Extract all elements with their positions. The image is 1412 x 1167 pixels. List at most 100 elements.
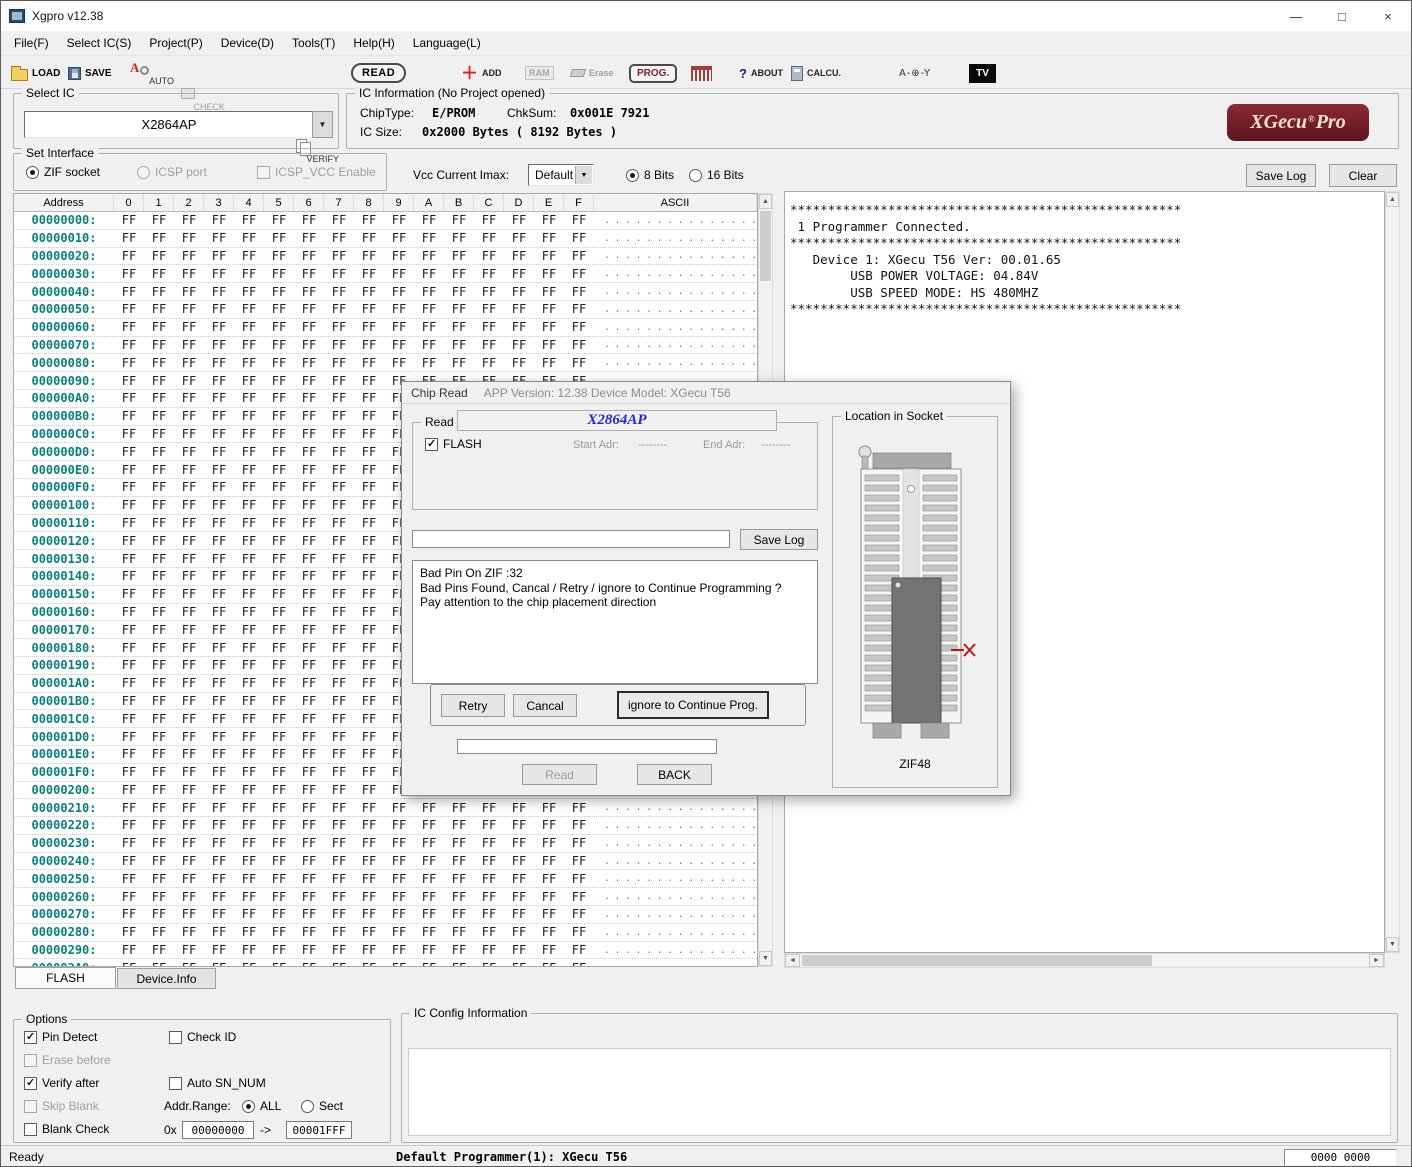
hex-byte-cell[interactable]: FF — [114, 569, 144, 583]
hex-byte-cell[interactable]: FF — [564, 836, 594, 850]
hex-byte-cell[interactable]: FF — [174, 943, 204, 957]
hex-byte-cell[interactable]: FF — [204, 569, 234, 583]
hex-byte-cell[interactable]: FF — [204, 854, 234, 868]
hex-byte-cell[interactable]: FF — [174, 231, 204, 245]
hex-byte-cell[interactable]: FF — [174, 587, 204, 601]
hex-byte-cell[interactable]: FF — [174, 961, 204, 967]
hex-byte-cell[interactable]: FF — [294, 854, 324, 868]
hex-byte-cell[interactable]: FF — [294, 427, 324, 441]
hex-byte-cell[interactable]: FF — [174, 765, 204, 779]
hex-byte-cell[interactable]: FF — [324, 694, 354, 708]
hex-byte-cell[interactable]: FF — [174, 320, 204, 334]
hex-byte-cell[interactable]: FF — [204, 961, 234, 967]
hex-byte-cell[interactable]: FF — [144, 338, 174, 352]
hex-byte-cell[interactable]: FF — [204, 498, 234, 512]
menu-item-language[interactable]: Language(L) — [404, 33, 490, 53]
hex-byte-cell[interactable]: FF — [204, 694, 234, 708]
hex-byte-cell[interactable]: FF — [474, 213, 504, 227]
hex-byte-cell[interactable]: FF — [144, 658, 174, 672]
hex-byte-cell[interactable]: FF — [234, 516, 264, 530]
hex-byte-cell[interactable]: FF — [444, 801, 474, 815]
hex-byte-cell[interactable]: FF — [354, 747, 384, 761]
load-button[interactable]: LOAD — [11, 60, 60, 86]
hex-byte-cell[interactable]: FF — [144, 801, 174, 815]
hex-byte-cell[interactable]: FF — [354, 605, 384, 619]
hex-byte-cell[interactable]: FF — [294, 409, 324, 423]
hex-byte-cell[interactable]: FF — [504, 943, 534, 957]
hex-byte-cell[interactable]: FF — [204, 249, 234, 263]
ignore-continue-button[interactable]: ignore to Continue Prog. — [617, 691, 769, 719]
hex-byte-cell[interactable]: FF — [234, 338, 264, 352]
hex-byte-cell[interactable]: FF — [414, 854, 444, 868]
hex-byte-cell[interactable]: FF — [324, 320, 354, 334]
hex-byte-cell[interactable]: FF — [384, 836, 414, 850]
hex-byte-cell[interactable]: FF — [474, 320, 504, 334]
range-to-input[interactable] — [286, 1121, 352, 1139]
hex-byte-cell[interactable]: FF — [474, 925, 504, 939]
hex-byte-cell[interactable]: FF — [174, 374, 204, 388]
blank-check-checkbox[interactable]: Blank Check — [24, 1122, 109, 1136]
hex-byte-cell[interactable]: FF — [234, 961, 264, 967]
hex-byte-cell[interactable]: FF — [534, 907, 564, 921]
hex-byte-cell[interactable]: FF — [504, 231, 534, 245]
hex-byte-cell[interactable]: FF — [114, 231, 144, 245]
hex-byte-cell[interactable]: FF — [564, 285, 594, 299]
hex-byte-cell[interactable]: FF — [264, 925, 294, 939]
hex-byte-cell[interactable]: FF — [324, 818, 354, 832]
hex-byte-cell[interactable]: FF — [234, 783, 264, 797]
hex-byte-cell[interactable]: FF — [384, 231, 414, 245]
hex-byte-cell[interactable]: FF — [324, 445, 354, 459]
hex-byte-cell[interactable]: FF — [474, 231, 504, 245]
hex-byte-cell[interactable]: FF — [234, 267, 264, 281]
hex-byte-cell[interactable]: FF — [234, 587, 264, 601]
hex-byte-cell[interactable]: FF — [474, 961, 504, 967]
hex-byte-cell[interactable]: FF — [324, 463, 354, 477]
hex-byte-cell[interactable]: FF — [114, 534, 144, 548]
hex-byte-cell[interactable]: FF — [414, 872, 444, 886]
hex-byte-cell[interactable]: FF — [294, 836, 324, 850]
hex-byte-cell[interactable]: FF — [144, 925, 174, 939]
hex-byte-cell[interactable]: FF — [204, 463, 234, 477]
hex-byte-cell[interactable]: FF — [264, 890, 294, 904]
hex-byte-cell[interactable]: FF — [264, 747, 294, 761]
hex-byte-cell[interactable]: FF — [174, 872, 204, 886]
hex-byte-cell[interactable]: FF — [174, 445, 204, 459]
hex-byte-cell[interactable]: FF — [474, 836, 504, 850]
hex-byte-cell[interactable]: FF — [234, 747, 264, 761]
hex-byte-cell[interactable]: FF — [114, 356, 144, 370]
hex-byte-cell[interactable]: FF — [384, 320, 414, 334]
hex-byte-cell[interactable]: FF — [174, 427, 204, 441]
hex-byte-cell[interactable]: FF — [414, 267, 444, 281]
hex-byte-cell[interactable]: FF — [324, 605, 354, 619]
hex-byte-cell[interactable]: FF — [204, 676, 234, 690]
hex-byte-cell[interactable]: FF — [534, 231, 564, 245]
hex-byte-cell[interactable]: FF — [114, 801, 144, 815]
hex-byte-cell[interactable]: FF — [204, 658, 234, 672]
hex-byte-cell[interactable]: FF — [264, 534, 294, 548]
hex-byte-cell[interactable]: FF — [114, 676, 144, 690]
vcc-dropdown-icon[interactable]: ▼ — [575, 166, 592, 184]
hex-byte-cell[interactable]: FF — [324, 356, 354, 370]
hex-byte-cell[interactable]: FF — [354, 302, 384, 316]
hex-byte-cell[interactable]: FF — [114, 587, 144, 601]
hex-byte-cell[interactable]: FF — [144, 943, 174, 957]
hex-byte-cell[interactable]: FF — [114, 712, 144, 726]
hex-byte-cell[interactable]: FF — [444, 267, 474, 281]
hex-byte-cell[interactable]: FF — [504, 854, 534, 868]
hex-byte-cell[interactable]: FF — [174, 267, 204, 281]
hex-byte-cell[interactable]: FF — [204, 943, 234, 957]
hex-byte-cell[interactable]: FF — [354, 925, 384, 939]
hex-byte-cell[interactable]: FF — [174, 249, 204, 263]
hex-byte-cell[interactable]: FF — [324, 587, 354, 601]
hex-byte-cell[interactable]: FF — [204, 338, 234, 352]
hex-byte-cell[interactable]: FF — [234, 890, 264, 904]
hex-byte-cell[interactable]: FF — [384, 356, 414, 370]
hex-byte-cell[interactable]: FF — [114, 872, 144, 886]
hex-byte-cell[interactable]: FF — [144, 302, 174, 316]
check-id-checkbox[interactable]: Check ID — [169, 1030, 236, 1044]
hex-byte-cell[interactable]: FF — [264, 836, 294, 850]
hex-byte-cell[interactable]: FF — [144, 445, 174, 459]
hex-byte-cell[interactable]: FF — [384, 285, 414, 299]
hex-byte-cell[interactable]: FF — [324, 836, 354, 850]
hex-byte-cell[interactable]: FF — [354, 658, 384, 672]
